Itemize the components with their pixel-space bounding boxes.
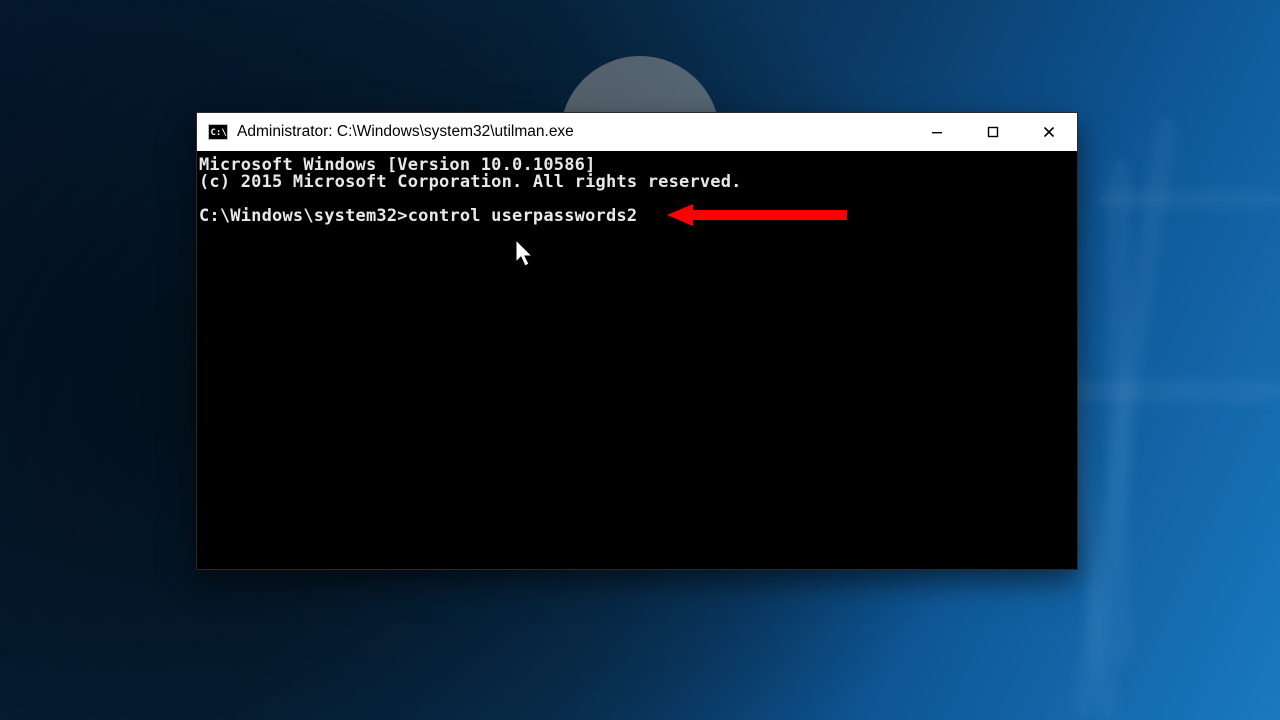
window-title: Administrator: C:\Windows\system32\utilm…: [237, 123, 574, 141]
decorative-beam: [1060, 388, 1280, 394]
decorative-beam: [1100, 196, 1280, 201]
minimize-button[interactable]: [909, 113, 965, 151]
close-button[interactable]: [1021, 113, 1077, 151]
terminal-output[interactable]: Microsoft Windows [Version 10.0.10586] (…: [197, 151, 1077, 569]
terminal-line: (c) 2015 Microsoft Corporation. All righ…: [199, 172, 742, 192]
terminal-prompt: C:\Windows\system32>: [199, 206, 408, 226]
command-prompt-window[interactable]: C:\ Administrator: C:\Windows\system32\u…: [196, 112, 1078, 570]
desktop-background: C:\ Administrator: C:\Windows\system32\u…: [0, 0, 1280, 720]
terminal-command[interactable]: control userpasswords2: [408, 206, 638, 226]
svg-text:C:\: C:\: [211, 128, 227, 138]
cmd-icon: C:\: [207, 121, 229, 143]
window-titlebar[interactable]: C:\ Administrator: C:\Windows\system32\u…: [197, 113, 1077, 152]
decorative-beam: [1116, 162, 1122, 662]
decorative-beam: [1081, 120, 1170, 715]
maximize-button[interactable]: [965, 113, 1021, 151]
